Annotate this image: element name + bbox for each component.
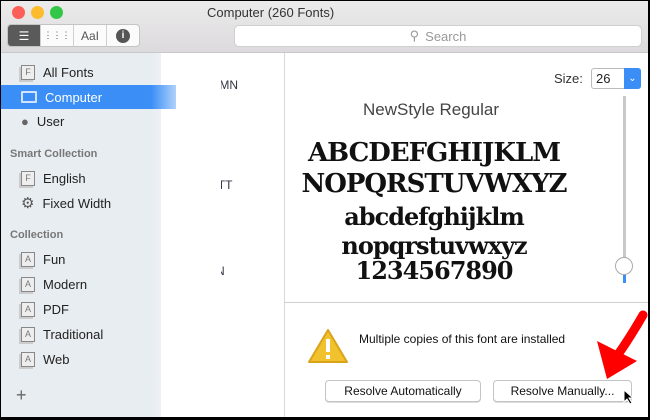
chevron-down-icon[interactable]: ⌄ (624, 68, 641, 89)
collection-icon: A (21, 301, 35, 317)
list-view-button[interactable]: ☰ (8, 25, 41, 46)
preview-line: ABCDEFGHIJKLM (307, 138, 561, 168)
sidebar-item-fixed-width[interactable]: ⚙ Fixed Width (1, 191, 161, 215)
grid-icon: ⋮⋮⋮ (43, 30, 71, 40)
grid-view-button[interactable]: ⋮⋮⋮ (41, 25, 74, 46)
size-label: Size: (554, 71, 583, 86)
sidebar-item-label: Modern (43, 276, 88, 292)
sidebar-item-web[interactable]: A Web (1, 347, 161, 371)
size-combobox[interactable]: 26 ⌄ (591, 68, 641, 89)
view-segmented-control: ☰ ⋮⋮⋮ AaI i (7, 24, 140, 47)
warning-icon (308, 329, 348, 363)
font-book-window: ☰ ⋮⋮⋮ AaI i Computer (260 Fonts) ⚲ Search… (1, 1, 648, 417)
list-fade (151, 53, 221, 417)
collection-icon: A (21, 326, 35, 342)
collection-icon: A (21, 276, 35, 292)
sidebar-item-label: Fun (43, 251, 66, 267)
sidebar-item-label: User (36, 113, 65, 129)
title-bar: ☰ ⋮⋮⋮ AaI i Computer (260 Fonts) ⚲ Search (1, 1, 648, 53)
smart-collection-header: Smart Collection (10, 148, 98, 160)
red-arrow-annotation (597, 310, 648, 379)
size-slider-thumb[interactable] (615, 257, 633, 275)
preview-font-name: NewStyle Regular (362, 100, 500, 119)
collection-icon: A (21, 251, 35, 267)
size-value: 26 (596, 71, 611, 86)
sidebar-item-pdf[interactable]: A PDF (1, 297, 161, 321)
collection-icon: A (21, 351, 35, 367)
sidebar-item-label: PDF (43, 301, 69, 317)
preview-line: abcdefghijklm (344, 202, 525, 231)
sidebar-item-all-fonts[interactable]: F All Fonts (1, 60, 161, 84)
sidebar-item-traditional[interactable]: A Traditional (1, 322, 161, 346)
sidebar-item-label: Fixed Width (42, 195, 112, 211)
zoom-button[interactable] (50, 6, 63, 19)
sidebar-item-label: Computer (45, 89, 103, 105)
search-icon: ⚲ (409, 28, 420, 43)
sample-view-button[interactable]: AaI (74, 25, 107, 46)
add-collection-button[interactable]: + (16, 385, 27, 405)
minimize-button[interactable] (31, 6, 44, 19)
sample-icon: AaI (80, 28, 99, 43)
sidebar-item-label: English (43, 170, 86, 186)
search-placeholder: Search (425, 28, 467, 44)
size-slider-track[interactable] (623, 96, 626, 283)
sidebar-item-label: Web (43, 351, 70, 367)
alert-message: Multiple copies of this font are install… (359, 332, 566, 346)
sidebar-item-english[interactable]: F English (1, 166, 161, 190)
sidebar-item-label: All Fonts (43, 64, 94, 80)
sidebar-item-label: Traditional (43, 326, 104, 342)
sidebar-item-user[interactable]: ● User (1, 109, 161, 133)
collection-header: Collection (10, 229, 64, 241)
resolve-automatically-button[interactable]: Resolve Automatically (325, 380, 481, 402)
user-icon: ● (21, 113, 29, 129)
info-icon: i (116, 28, 130, 43)
sidebar-item-fun[interactable]: A Fun (1, 247, 161, 271)
sidebar-item-computer[interactable]: Computer (1, 85, 176, 109)
list-icon: ☰ (18, 28, 30, 43)
info-button[interactable]: i (107, 25, 139, 46)
sidebar: F All Fonts Computer ● User Smart Collecti… (1, 53, 176, 417)
font-icon: F (21, 64, 35, 80)
preview-line: 1234567890 (355, 256, 514, 285)
window-title: Computer (260 Fonts) (207, 5, 335, 20)
monitor-icon (21, 91, 37, 103)
preview-line: NOPQRSTUVWXYZ (301, 169, 567, 199)
close-button[interactable] (12, 6, 25, 19)
font-icon: F (21, 170, 35, 186)
mouse-cursor-icon (623, 389, 635, 405)
gear-icon: ⚙ (21, 195, 35, 212)
sidebar-item-modern[interactable]: A Modern (1, 272, 161, 296)
search-input[interactable]: ⚲ Search (234, 25, 642, 47)
